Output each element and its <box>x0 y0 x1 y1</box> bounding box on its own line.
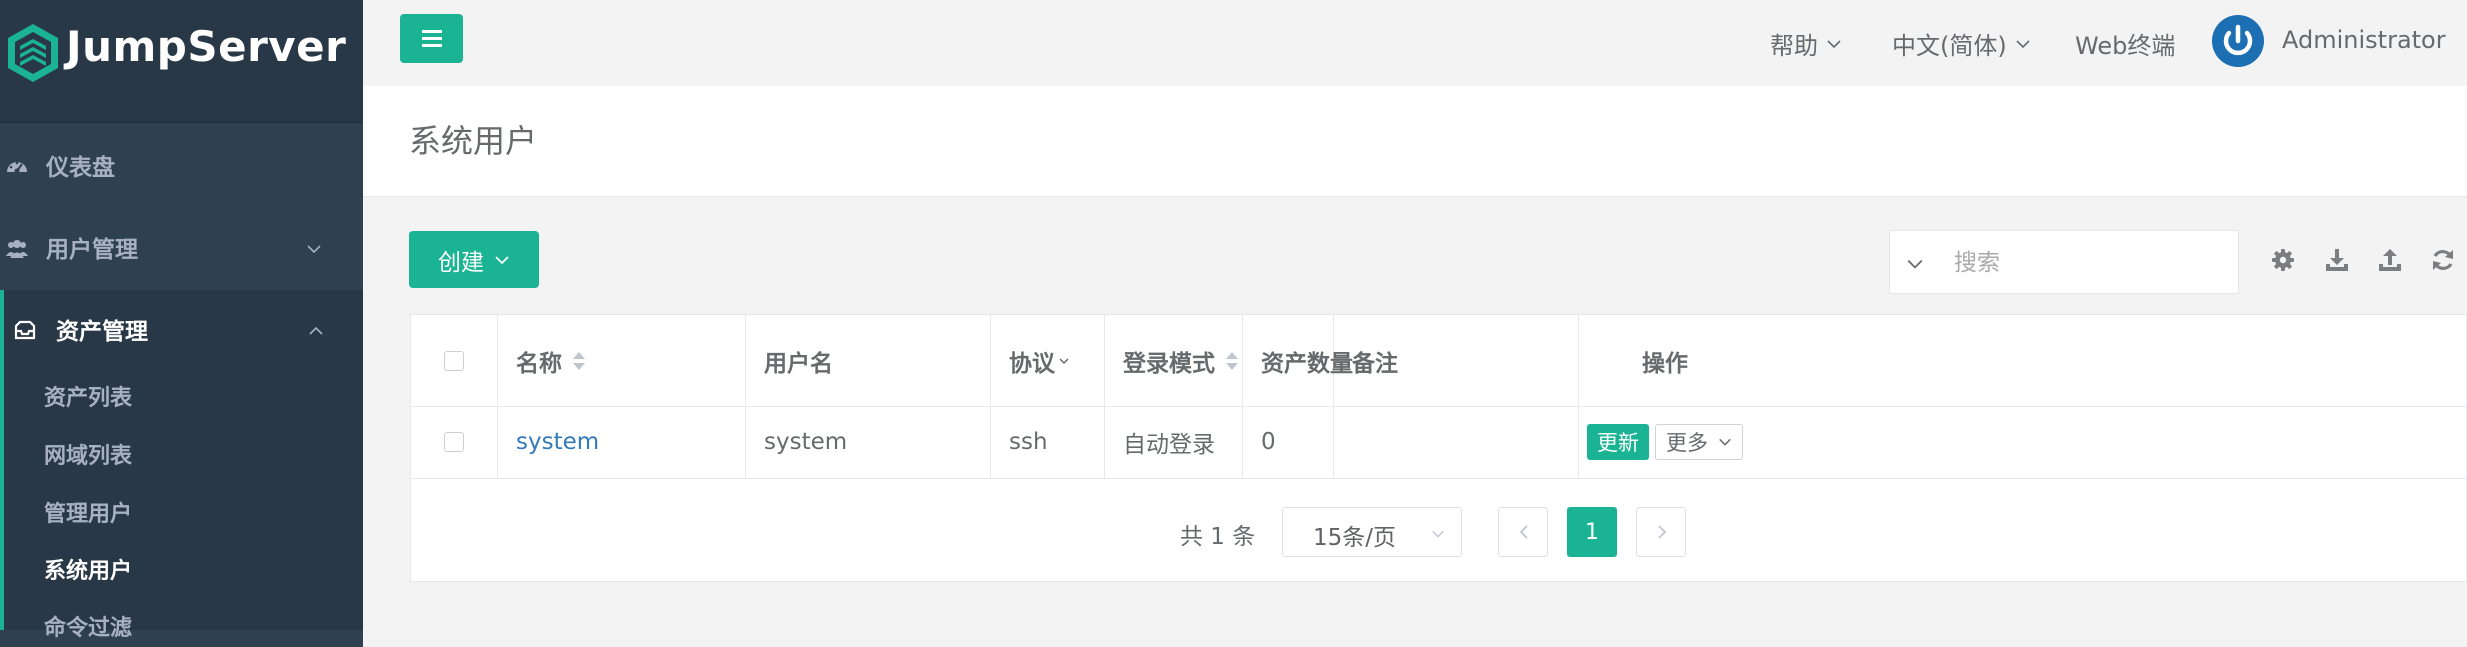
language-menu[interactable]: 中文(简体) <box>1892 26 2031 61</box>
filter-chevron-icon <box>1059 358 1069 364</box>
row-select-cell <box>411 406 498 478</box>
cell-protocol: ssh <box>991 406 1105 478</box>
pagination-total: 共 1 条 <box>1180 524 1256 550</box>
chevron-down-icon <box>2016 39 2030 48</box>
download-icon[interactable] <box>2323 246 2351 274</box>
table-header: 名称 用户名 协议 登录模式 资产数量 备注 操作 <box>411 315 2467 407</box>
protocol-value: ssh <box>1009 429 1048 455</box>
upload-icon[interactable] <box>2376 246 2404 274</box>
prev-page-button[interactable] <box>1498 507 1548 557</box>
user-name: Administrator <box>2282 26 2446 54</box>
page-size-value: 15条/页 <box>1313 525 1397 551</box>
power-icon <box>2216 19 2260 63</box>
cell-login-mode: 自动登录 <box>1105 406 1243 478</box>
cell-name: system <box>498 406 746 478</box>
help-label: 帮助 <box>1770 32 1818 60</box>
language-label: 中文(简体) <box>1892 32 2007 60</box>
sidebar-subitem-command-filter[interactable]: 命令过滤 <box>44 610 132 642</box>
help-menu[interactable]: 帮助 <box>1770 26 1842 61</box>
chevron-down-icon <box>1719 438 1731 446</box>
column-label: 协议 <box>1009 350 1055 377</box>
chevron-down-icon <box>495 255 509 264</box>
users-icon <box>6 240 28 258</box>
chevron-right-icon <box>1658 525 1667 539</box>
sidebar-toggle-button[interactable] <box>400 14 463 63</box>
sidebar-subitem-admin-users[interactable]: 管理用户 <box>44 496 132 528</box>
sidebar-item-label: 资产管理 <box>56 319 148 345</box>
column-header-protocol[interactable]: 协议 <box>991 315 1105 406</box>
table-row: system system ssh 自动登录 0 更新 更多 <box>411 406 2467 479</box>
page-header: 系统用户 <box>363 86 2467 197</box>
brand-name: JumpServer <box>66 22 347 71</box>
cell-comment <box>1334 406 1579 478</box>
top-navbar: 帮助 中文(简体) Web终端 Administrator <box>363 0 2467 86</box>
user-menu[interactable]: Administrator <box>2282 26 2467 54</box>
sidebar-item-user-management[interactable]: 用户管理 <box>0 208 363 290</box>
cell-username: system <box>746 406 991 478</box>
sort-icon <box>1226 351 1238 370</box>
column-label: 名称 <box>516 350 562 377</box>
search-filter-dropdown-icon[interactable] <box>1906 255 1924 273</box>
refresh-icon[interactable] <box>2429 246 2457 274</box>
chevron-down-icon <box>307 245 321 254</box>
sidebar-item-dashboard[interactable]: 仪表盘 <box>0 126 363 208</box>
username-value: system <box>764 429 848 455</box>
web-terminal-label: Web终端 <box>2075 32 2176 60</box>
column-header-actions: 操作 <box>1579 315 1751 406</box>
search-box <box>1889 230 2239 294</box>
more-actions-button[interactable]: 更多 <box>1655 424 1743 460</box>
jumpserver-logo-icon <box>8 24 58 82</box>
cell-actions: 更新 更多 <box>1579 406 1751 478</box>
hamburger-icon <box>422 30 442 47</box>
column-header-asset-count: 资产数量 <box>1243 315 1353 406</box>
column-header-comment: 备注 <box>1334 315 1579 406</box>
system-user-link[interactable]: system <box>516 429 599 455</box>
create-button[interactable]: 创建 <box>409 231 539 288</box>
sidebar-subitem-asset-list[interactable]: 资产列表 <box>44 380 132 412</box>
sidebar-subitem-domain-list[interactable]: 网域列表 <box>44 438 132 470</box>
column-label: 用户名 <box>764 350 833 377</box>
page-title: 系统用户 <box>409 122 538 160</box>
inbox-icon <box>14 320 36 340</box>
update-button[interactable]: 更新 <box>1587 424 1649 460</box>
login-mode-value: 自动登录 <box>1123 432 1215 458</box>
column-header-login-mode[interactable]: 登录模式 <box>1105 315 1243 406</box>
create-label: 创建 <box>438 249 484 276</box>
brand-header: JumpServer <box>0 0 363 123</box>
search-input[interactable] <box>1952 243 2226 283</box>
column-label: 操作 <box>1642 350 1688 377</box>
cell-asset-count: 0 <box>1243 406 1334 478</box>
settings-icon[interactable] <box>2269 246 2297 274</box>
sidebar-item-label: 用户管理 <box>46 237 138 263</box>
select-all-checkbox[interactable] <box>444 350 464 371</box>
page-size-select[interactable]: 15条/页 <box>1282 507 1462 557</box>
chevron-down-icon <box>1432 530 1444 538</box>
column-label: 登录模式 <box>1123 350 1215 377</box>
sidebar: JumpServer 仪表盘 用户管理 资产管理 资产列表 网域列表 管理用户 … <box>0 0 363 647</box>
page-number-current[interactable]: 1 <box>1567 507 1617 557</box>
next-page-button[interactable] <box>1636 507 1686 557</box>
sort-icon <box>573 351 585 370</box>
column-header-name[interactable]: 名称 <box>498 315 746 406</box>
select-all-cell <box>411 315 498 406</box>
sidebar-subitem-system-users[interactable]: 系统用户 <box>44 553 132 585</box>
chevron-up-icon <box>309 326 323 335</box>
web-terminal-link[interactable]: Web终端 <box>2075 26 2175 61</box>
sidebar-item-label: 仪表盘 <box>46 155 115 181</box>
chevron-left-icon <box>1519 525 1528 539</box>
column-label: 备注 <box>1352 350 1398 377</box>
asset-count-value: 0 <box>1261 429 1276 455</box>
column-header-username: 用户名 <box>746 315 991 406</box>
dashboard-icon <box>7 161 27 174</box>
more-label: 更多 <box>1666 431 1708 455</box>
row-checkbox[interactable] <box>444 432 464 452</box>
chevron-down-icon <box>1827 39 1841 48</box>
avatar[interactable] <box>2212 15 2264 67</box>
